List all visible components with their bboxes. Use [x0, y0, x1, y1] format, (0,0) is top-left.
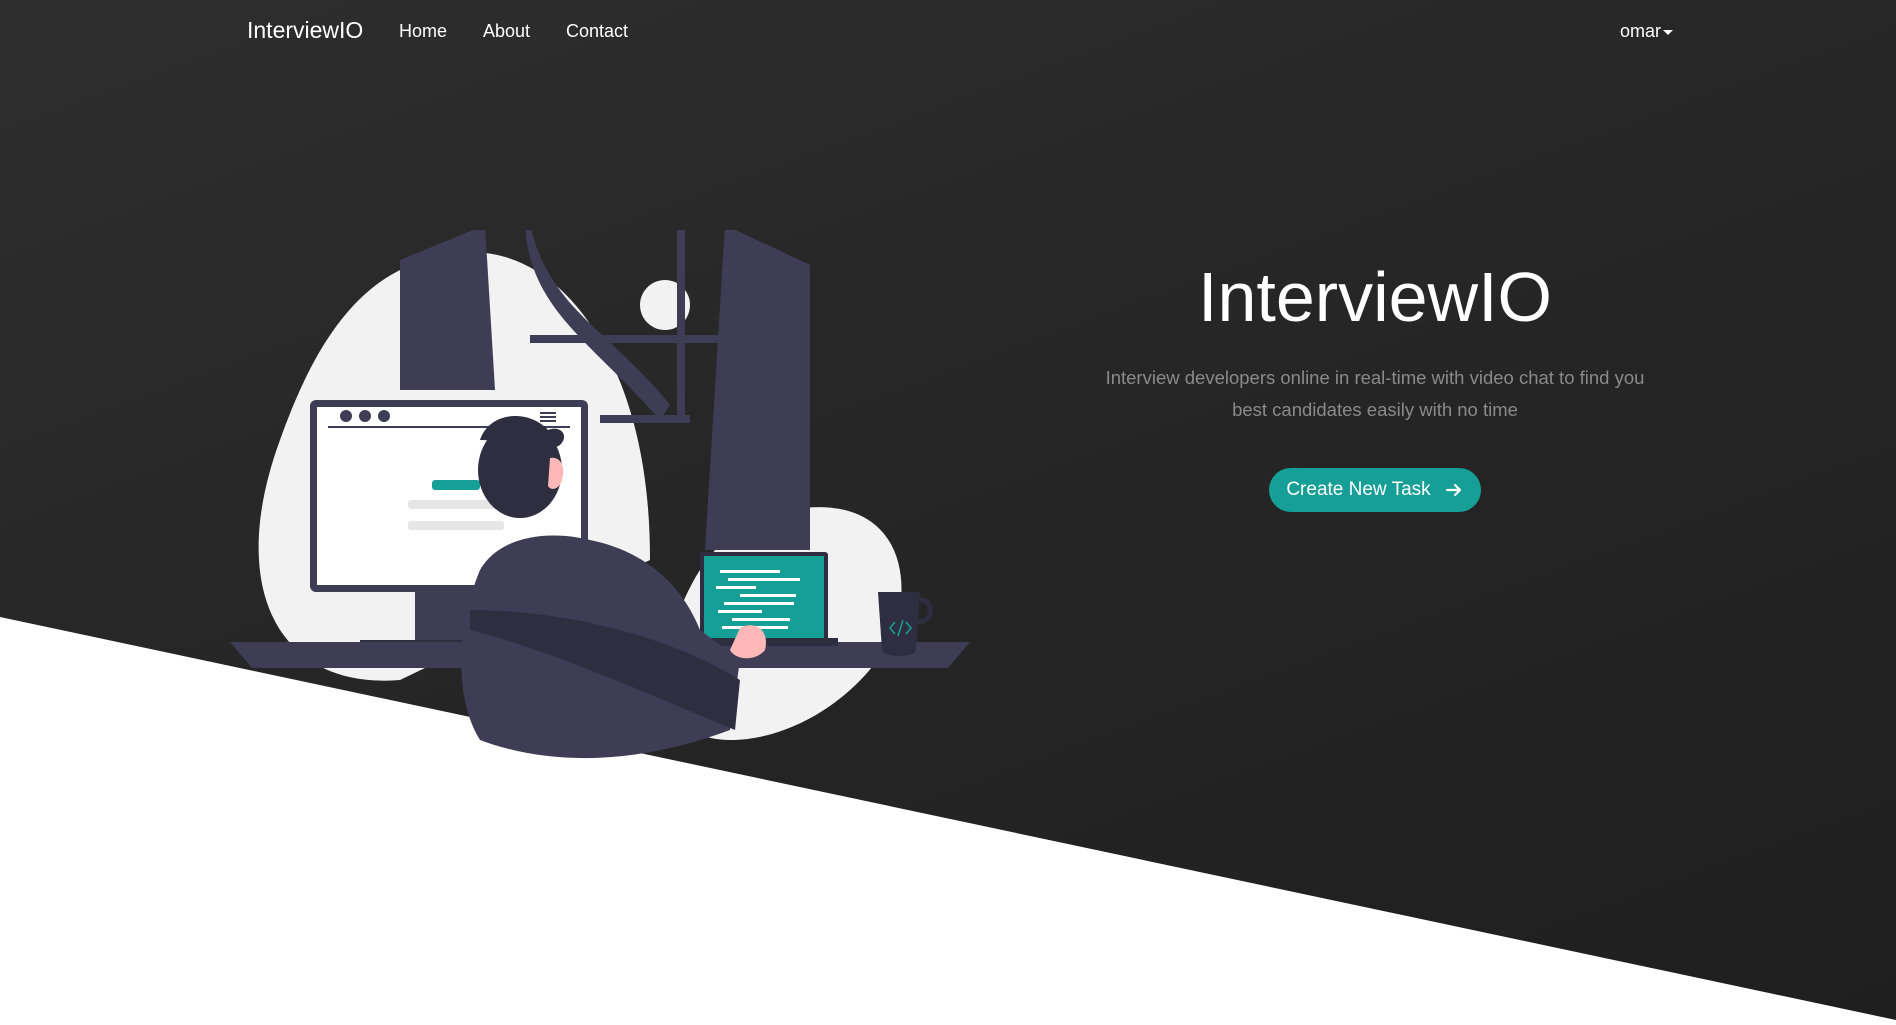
- user-name: omar: [1620, 21, 1662, 41]
- window-frame-right: [705, 230, 810, 550]
- create-new-task-button[interactable]: Create New Task: [1269, 468, 1481, 512]
- user-dropdown[interactable]: omar: [1620, 21, 1674, 42]
- caret-down-icon: [1663, 30, 1674, 35]
- nav-about-link[interactable]: About: [483, 21, 530, 42]
- create-new-task-label: Create New Task: [1286, 479, 1431, 500]
- hero-title: InterviewIO: [1198, 258, 1552, 336]
- nav-home-link[interactable]: Home: [399, 21, 447, 42]
- screen-accent-bar: [432, 480, 480, 490]
- hero-text-block: InterviewIO Interview developers online …: [1080, 255, 1670, 512]
- hero-subtitle-line2: best candidates easily with no time: [1232, 399, 1518, 420]
- nav-contact-link[interactable]: Contact: [566, 21, 628, 42]
- coffee-mug: [878, 592, 920, 656]
- window-frame: [400, 230, 495, 390]
- hero-subtitle: Interview developers online in real-time…: [1080, 362, 1670, 426]
- window-bar-horizontal: [530, 335, 730, 343]
- hero-subtitle-line1: Interview developers online in real-time…: [1105, 367, 1645, 388]
- brand-logo[interactable]: InterviewIO: [247, 17, 363, 44]
- navbar: InterviewIO Home About Contact omar: [0, 0, 1896, 62]
- window-bar: [600, 415, 690, 423]
- window-bar-vertical: [677, 230, 685, 415]
- developer-at-desk-illustration: [230, 230, 970, 759]
- arrow-right-icon: [1445, 483, 1461, 497]
